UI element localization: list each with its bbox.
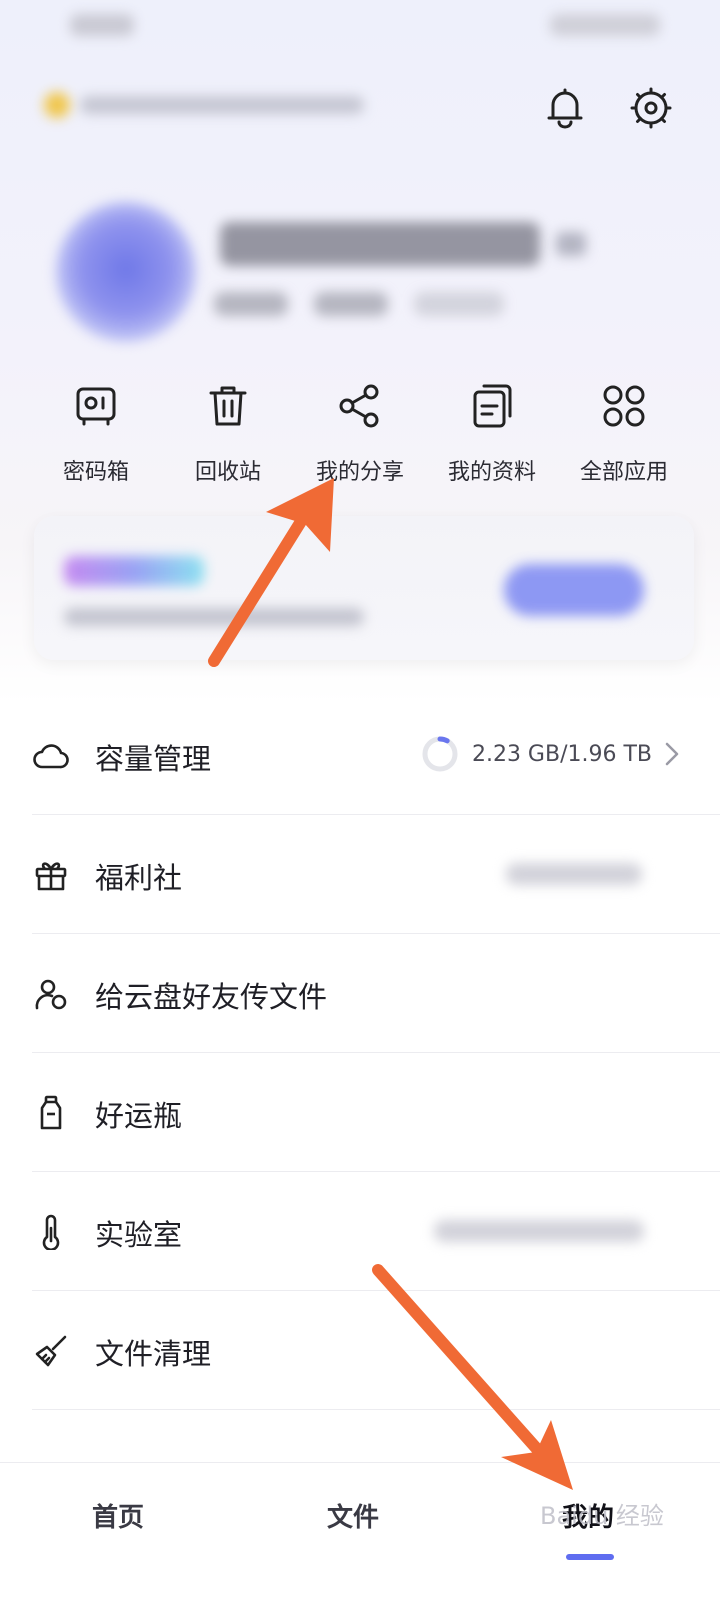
storage-value: 2.23 GB/1.96 TB	[471, 741, 652, 767]
list-item-welfare[interactable]: 福利社	[0, 815, 720, 934]
list-item-lucky-bottle[interactable]: 好运瓶	[0, 1053, 720, 1172]
thermometer-icon	[32, 1213, 70, 1251]
tab-files[interactable]: 文件	[327, 1497, 379, 1534]
gift-icon	[32, 856, 70, 894]
bottle-icon	[32, 1094, 70, 1132]
my-page: 密码箱 回收站 我的分享 我的资料 全部应用 容量管理 2.23 GB/1.96…	[0, 0, 720, 1600]
tab-home[interactable]: 首页	[92, 1497, 144, 1534]
status-time-blurred	[70, 14, 134, 36]
storage-usage: 2.23 GB/1.96 TB	[420, 734, 680, 774]
notification-bell-icon[interactable]	[541, 84, 589, 132]
list-item-file-cleanup[interactable]: 文件清理	[0, 1291, 720, 1410]
profile-meta-blurred	[214, 292, 504, 316]
promo-card[interactable]	[34, 516, 694, 660]
apps-grid-icon	[596, 378, 652, 434]
settings-gear-icon[interactable]	[627, 84, 675, 132]
username-blurred	[220, 222, 540, 266]
bottom-nav: 首页 文件 我的	[0, 1462, 720, 1600]
status-icons-blurred	[550, 14, 660, 36]
documents-icon	[464, 378, 520, 434]
trash-icon	[200, 378, 256, 434]
settings-list: 容量管理 2.23 GB/1.96 TB 福利社 给云盘好友传文件 好运瓶 实验…	[0, 696, 720, 1410]
active-tab-indicator	[566, 1554, 614, 1560]
watermark-logo: Baidu 经验	[540, 1502, 664, 1530]
storage-progress-ring	[422, 736, 458, 772]
quick-actions: 密码箱 回收站 我的分享 我的资料 全部应用	[30, 378, 690, 486]
vip-badge-icon	[44, 92, 70, 118]
safe-icon	[68, 378, 124, 434]
quick-action-my-share[interactable]: 我的分享	[294, 378, 426, 486]
membership-hint-blurred[interactable]	[44, 92, 364, 118]
list-item-send-to-friends[interactable]: 给云盘好友传文件	[0, 934, 720, 1053]
quick-action-my-documents[interactable]: 我的资料	[426, 378, 558, 486]
list-item-storage-management[interactable]: 容量管理 2.23 GB/1.96 TB	[0, 696, 720, 815]
avatar[interactable]	[56, 202, 196, 342]
friends-icon	[32, 975, 70, 1013]
edit-profile-icon[interactable]	[556, 232, 586, 256]
cloud-icon	[32, 737, 70, 775]
broom-icon	[32, 1332, 70, 1370]
quick-action-password-safe[interactable]: 密码箱	[30, 378, 162, 486]
quick-action-all-apps[interactable]: 全部应用	[558, 378, 690, 486]
share-icon	[332, 378, 388, 434]
chevron-right-icon	[665, 742, 679, 766]
status-bar	[0, 0, 720, 56]
quick-action-recycle-bin[interactable]: 回收站	[162, 378, 294, 486]
list-item-laboratory[interactable]: 实验室	[0, 1172, 720, 1291]
promo-action-button[interactable]	[504, 564, 644, 616]
